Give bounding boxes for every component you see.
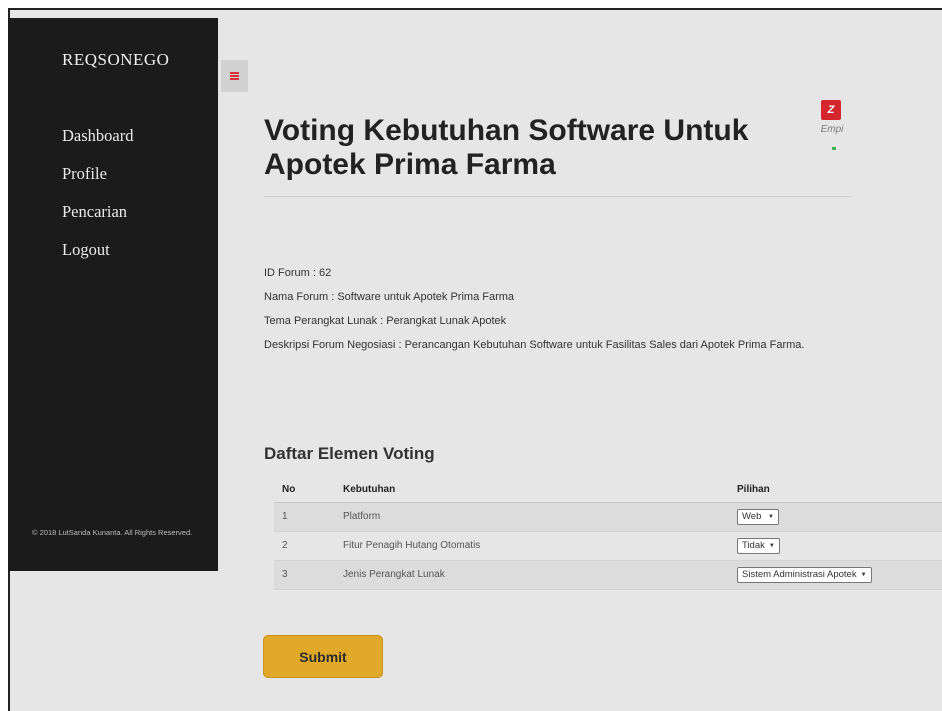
avatar[interactable]: Z — [821, 100, 841, 120]
sidebar-item-dashboard[interactable]: Dashboard — [62, 126, 133, 164]
forum-name: Nama Forum : Software untuk Apotek Prima… — [264, 291, 515, 303]
forum-id: ID Forum : 62 — [264, 267, 332, 279]
row-kebutuhan: Platform — [343, 502, 737, 532]
sidebar-item-logout[interactable]: Logout — [62, 240, 133, 278]
avatar-initial: Z — [827, 104, 835, 116]
section-title: Daftar Elemen Voting — [264, 444, 435, 463]
sidebar-item-pencarian[interactable]: Pencarian — [62, 202, 133, 240]
forum-description: Deskripsi Forum Negosiasi : Perancangan … — [264, 339, 805, 351]
select-value: Sistem Administrasi Apotek — [742, 568, 857, 580]
forum-theme: Tema Perangkat Lunak : Perangkat Lunak A… — [264, 315, 507, 327]
table-row: 1 Platform Web ▼ — [274, 502, 942, 532]
jenis-perangkat-lunak-select[interactable]: Sistem Administrasi Apotek ▼ — [737, 566, 872, 583]
table-header-row: No Kebutuhan Pilihan — [274, 478, 942, 503]
forum-info: ID Forum : 62 Nama Forum : Software untu… — [264, 268, 864, 364]
caret-down-icon: ▼ — [768, 513, 774, 520]
table-row: 3 Jenis Perangkat Lunak Sistem Administr… — [274, 560, 942, 590]
row-kebutuhan: Jenis Perangkat Lunak — [343, 560, 737, 590]
voting-table: No Kebutuhan Pilihan 1 Platform Web ▼ 2 … — [274, 478, 942, 590]
header-kebutuhan: Kebutuhan — [343, 478, 737, 503]
row-no: 2 — [274, 531, 343, 561]
select-value: Tidak — [742, 539, 765, 551]
hamburger-icon — [230, 71, 239, 82]
header-no: No — [274, 478, 343, 503]
platform-select[interactable]: Web ▼ — [737, 508, 779, 525]
sidebar-item-profile[interactable]: Profile — [62, 164, 133, 202]
caret-down-icon: ▼ — [768, 542, 775, 549]
sidebar-toggle-button[interactable] — [221, 60, 248, 92]
caret-down-icon: ▼ — [860, 571, 867, 578]
online-status-indicator — [832, 147, 836, 150]
copyright-text: © 2018 LutSanda Kunanta. All Rights Rese… — [32, 528, 193, 537]
table-row: 2 Fitur Penagih Hutang Otomatis Tidak ▼ — [274, 531, 942, 561]
page-title: Voting Kebutuhan Software Untuk Apotek P… — [264, 114, 749, 181]
row-kebutuhan: Fitur Penagih Hutang Otomatis — [343, 531, 737, 561]
row-no: 3 — [274, 560, 343, 590]
sidebar: REQSONEGO Dashboard Profile Pencarian Lo… — [8, 18, 218, 571]
submit-button[interactable]: Submit — [263, 635, 383, 678]
row-no: 1 — [274, 502, 343, 532]
sidebar-nav: Dashboard Profile Pencarian Logout — [62, 126, 133, 278]
select-value: Web — [742, 510, 762, 522]
brand-logo[interactable]: REQSONEGO — [62, 50, 169, 70]
user-name[interactable]: Empi — [815, 124, 849, 135]
header-pilihan: Pilihan — [737, 478, 942, 503]
title-divider — [264, 196, 850, 197]
penagih-hutang-select[interactable]: Tidak ▼ — [737, 537, 780, 554]
